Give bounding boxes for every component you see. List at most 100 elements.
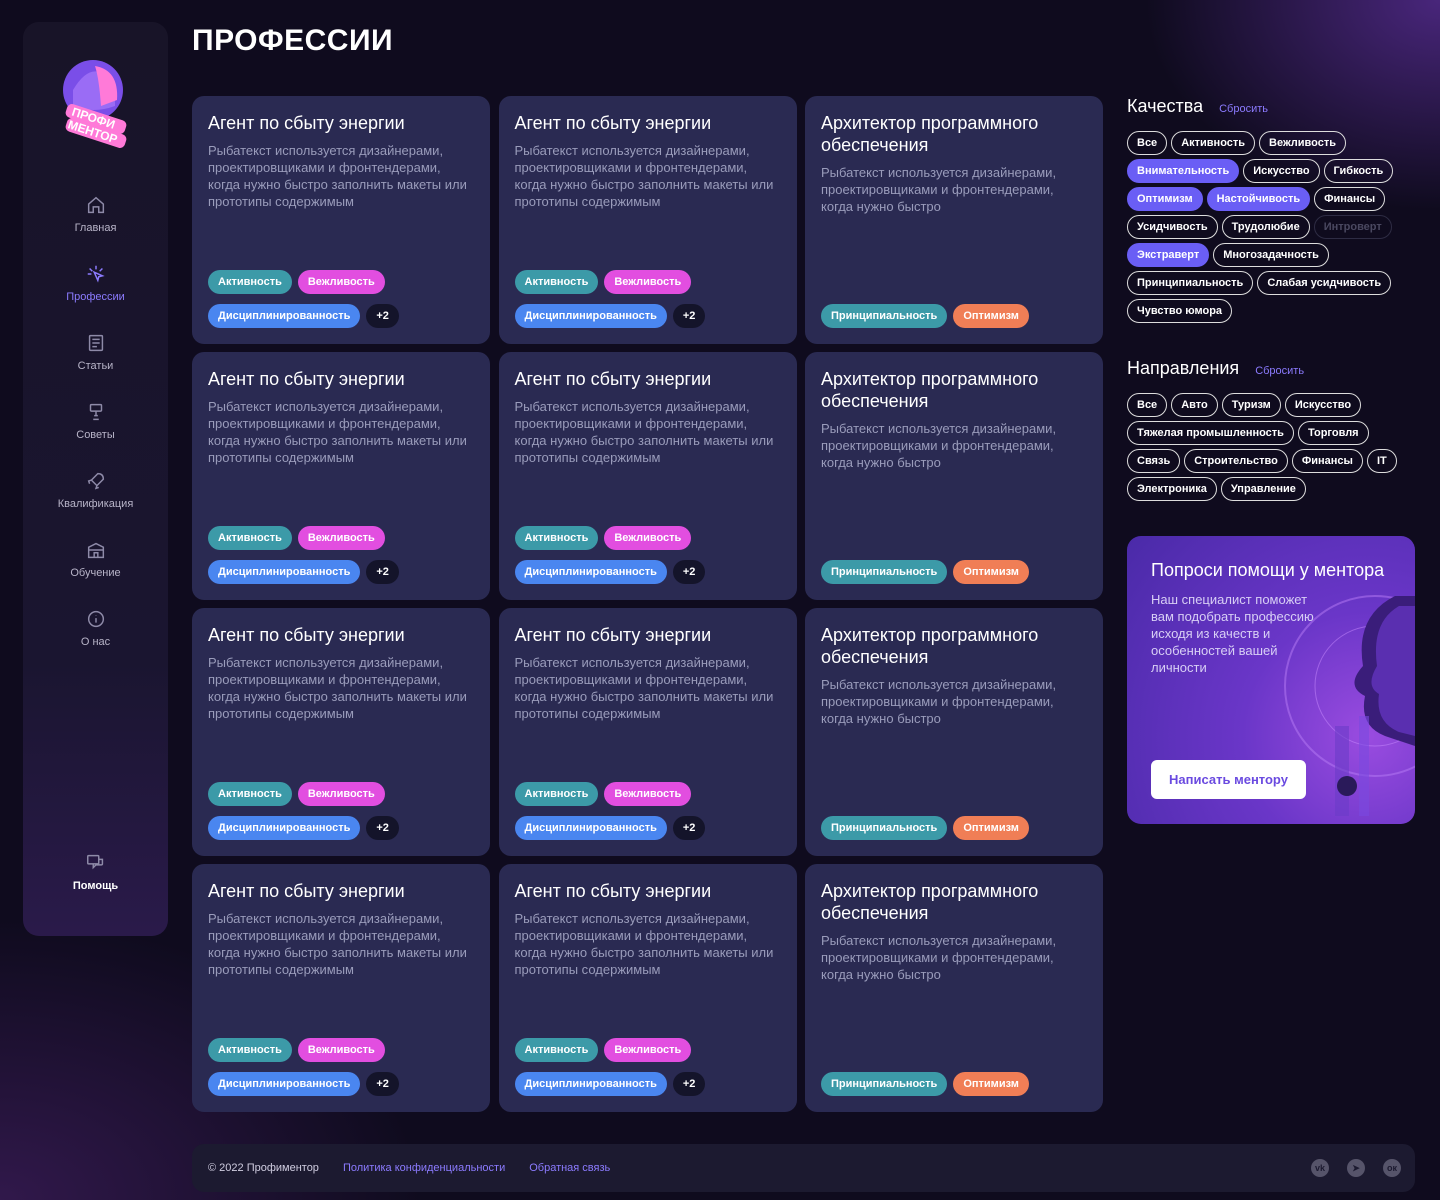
qualities-chip[interactable]: Все bbox=[1127, 131, 1168, 155]
qualities-chip[interactable]: Слабая усидчивость bbox=[1257, 271, 1392, 295]
quality-tag: Вежливость bbox=[297, 1038, 385, 1062]
sidebar-item-2[interactable]: Статьи bbox=[23, 332, 168, 372]
profession-card[interactable]: Агент по сбыту энергии Рыбатекст использу… bbox=[192, 608, 490, 856]
qualities-chip[interactable]: Интроверт bbox=[1313, 215, 1392, 239]
card-description: Рыбатекст используется дизайнерами, прое… bbox=[821, 933, 1057, 982]
qualities-chip[interactable]: Искусство bbox=[1243, 159, 1320, 183]
profession-card[interactable]: Архитектор программного обеспечения Рыбат… bbox=[805, 96, 1103, 344]
qualities-chip[interactable]: Вежливость bbox=[1259, 131, 1346, 155]
card-tags: Активность Вежливость Дисциплинированность… bbox=[208, 526, 478, 584]
mentor-banner: Попроси помощи у ментора Наш специалист … bbox=[1127, 536, 1415, 824]
more-tags-badge: +2 bbox=[366, 1072, 399, 1096]
sidebar-item-label: Обучение bbox=[70, 567, 121, 579]
quality-tag: Активность bbox=[514, 782, 599, 806]
vk-icon[interactable]: vk bbox=[1311, 1159, 1329, 1177]
sidebar-item-label: Квалификация bbox=[57, 498, 134, 510]
profession-card[interactable]: Агент по сбыту энергии Рыбатекст использу… bbox=[192, 864, 490, 1112]
directions-chip[interactable]: Управление bbox=[1220, 477, 1306, 501]
quality-tag: Дисциплинированность bbox=[514, 1072, 667, 1096]
card-description: Рыбатекст используется дизайнерами, прое… bbox=[514, 143, 774, 209]
sidebar-item-0[interactable]: Главная bbox=[23, 194, 168, 234]
sidebar-item-5[interactable]: Обучение bbox=[23, 539, 168, 579]
qualities-chip[interactable]: Принципиальность bbox=[1127, 271, 1254, 295]
quality-tag: Дисциплинированность bbox=[514, 560, 667, 584]
directions-chip[interactable]: Тяжелая промышленность bbox=[1127, 421, 1294, 445]
telegram-icon[interactable]: ➤ bbox=[1347, 1159, 1365, 1177]
card-description: Рыбатекст используется дизайнерами, прое… bbox=[514, 655, 774, 721]
qualities-chip[interactable]: Чувство юмора bbox=[1127, 299, 1233, 323]
more-tags-badge: +2 bbox=[366, 816, 399, 840]
sidebar-item-help[interactable]: Помощь bbox=[23, 852, 168, 892]
school-icon bbox=[87, 542, 104, 559]
qualities-chip[interactable]: Финансы bbox=[1314, 187, 1386, 211]
profession-card[interactable]: Агент по сбыту энергии Рыбатекст использу… bbox=[498, 96, 797, 344]
card-tags: Активность Вежливость Дисциплинированность… bbox=[208, 1038, 478, 1096]
mentor-title: Попроси помощи у ментора bbox=[1151, 560, 1385, 580]
directions-chip[interactable]: Туризм bbox=[1221, 393, 1281, 417]
qualities-chip[interactable]: Усидчивость bbox=[1127, 215, 1218, 239]
qualities-title: Качества bbox=[1127, 96, 1204, 116]
directions-filter: Направления Сбросить Все Авто Туризм Искусс… bbox=[1127, 358, 1417, 505]
qualities-chip[interactable]: Гибкость bbox=[1323, 159, 1394, 183]
directions-chip[interactable]: Искусство bbox=[1284, 393, 1362, 417]
directions-chip[interactable]: Финансы bbox=[1291, 449, 1363, 473]
card-title: Агент по сбыту энергии bbox=[514, 625, 712, 645]
chat-icon bbox=[86, 854, 103, 870]
directions-reset-link[interactable]: Сбросить bbox=[1255, 365, 1304, 377]
profession-card[interactable]: Агент по сбыту энергии Рыбатекст использу… bbox=[498, 864, 797, 1112]
card-tags: Активность Вежливость Дисциплинированность… bbox=[514, 1038, 785, 1096]
mentor-text: Наш специалист поможет вам подобрать про… bbox=[1151, 592, 1314, 675]
profession-card[interactable]: Архитектор программного обеспечения Рыбат… bbox=[805, 352, 1103, 600]
profession-card[interactable]: Агент по сбыту энергии Рыбатекст использу… bbox=[498, 352, 797, 600]
directions-chip[interactable]: Связь bbox=[1127, 449, 1181, 473]
directions-chip[interactable]: IT bbox=[1366, 449, 1397, 473]
feedback-link[interactable]: Обратная связь bbox=[529, 1162, 610, 1174]
quality-tag: Дисциплинированность bbox=[208, 1072, 361, 1096]
card-description: Рыбатекст используется дизайнерами, прое… bbox=[208, 399, 467, 465]
quality-tag: Вежливость bbox=[604, 782, 692, 806]
qualities-chip[interactable]: Многозадачность bbox=[1213, 243, 1329, 267]
card-tags: Активность Вежливость Дисциплинированность… bbox=[208, 270, 478, 328]
qualities-chip[interactable]: Настойчивость bbox=[1206, 187, 1311, 211]
write-mentor-button[interactable]: Написать ментору bbox=[1151, 760, 1306, 799]
card-title: Архитектор программного обеспечения bbox=[821, 625, 1039, 667]
directions-chip[interactable]: Все bbox=[1127, 393, 1168, 417]
qualities-reset-link[interactable]: Сбросить bbox=[1219, 103, 1268, 115]
quality-tag: Оптимизм bbox=[953, 816, 1029, 840]
card-tags: Активность Вежливость Дисциплинированность… bbox=[514, 782, 785, 840]
rocket-icon bbox=[87, 472, 104, 490]
qualities-chip[interactable]: Экстраверт bbox=[1127, 243, 1210, 267]
card-title: Агент по сбыту энергии bbox=[514, 113, 712, 133]
card-description: Рыбатекст используется дизайнерами, прое… bbox=[821, 421, 1057, 470]
profimentor-logo[interactable]: ПРОФИ МЕНТОР bbox=[61, 48, 131, 148]
directions-chip[interactable]: Авто bbox=[1171, 393, 1218, 417]
quality-tag: Активность bbox=[514, 270, 599, 294]
profession-card[interactable]: Агент по сбыту энергии Рыбатекст использу… bbox=[498, 608, 797, 856]
sidebar-item-4[interactable]: Квалификация bbox=[23, 470, 168, 510]
qualities-chip[interactable]: Активность bbox=[1171, 131, 1256, 155]
directions-chip[interactable]: Строительство bbox=[1184, 449, 1288, 473]
profession-card[interactable]: Архитектор программного обеспечения Рыбат… bbox=[805, 864, 1103, 1112]
privacy-link[interactable]: Политика конфиденциальности bbox=[343, 1162, 505, 1174]
sidebar-item-6[interactable]: О нас bbox=[23, 608, 168, 648]
qualities-chip[interactable]: Трудолюбие bbox=[1221, 215, 1310, 239]
card-tags: Активность Вежливость Дисциплинированность… bbox=[514, 270, 785, 328]
sidebar-item-3[interactable]: Советы bbox=[23, 401, 168, 441]
card-description: Рыбатекст используется дизайнерами, прое… bbox=[821, 677, 1057, 726]
social-links: vk ➤ ок bbox=[1293, 1159, 1401, 1177]
profession-card[interactable]: Архитектор программного обеспечения Рыбат… bbox=[805, 608, 1103, 856]
info-icon bbox=[87, 610, 104, 628]
profession-card[interactable]: Агент по сбыту энергии Рыбатекст использу… bbox=[192, 352, 490, 600]
qualities-chip[interactable]: Оптимизм bbox=[1127, 187, 1203, 211]
sparkle-cursor-icon bbox=[87, 265, 105, 283]
card-description: Рыбатекст используется дизайнерами, прое… bbox=[208, 911, 467, 977]
directions-chip[interactable]: Торговля bbox=[1297, 421, 1369, 445]
directions-chip[interactable]: Электроника bbox=[1127, 477, 1217, 501]
qualities-chip[interactable]: Внимательность bbox=[1127, 159, 1240, 183]
odnoklassniki-icon[interactable]: ок bbox=[1383, 1159, 1401, 1177]
sidebar-item-label: Статьи bbox=[77, 360, 114, 372]
sidebar-item-label: Советы bbox=[76, 429, 115, 441]
profession-card[interactable]: Агент по сбыту энергии Рыбатекст использу… bbox=[192, 96, 490, 344]
page-title: ПРОФЕССИИ bbox=[192, 24, 394, 57]
sidebar-item-1[interactable]: Профессии bbox=[23, 263, 168, 303]
